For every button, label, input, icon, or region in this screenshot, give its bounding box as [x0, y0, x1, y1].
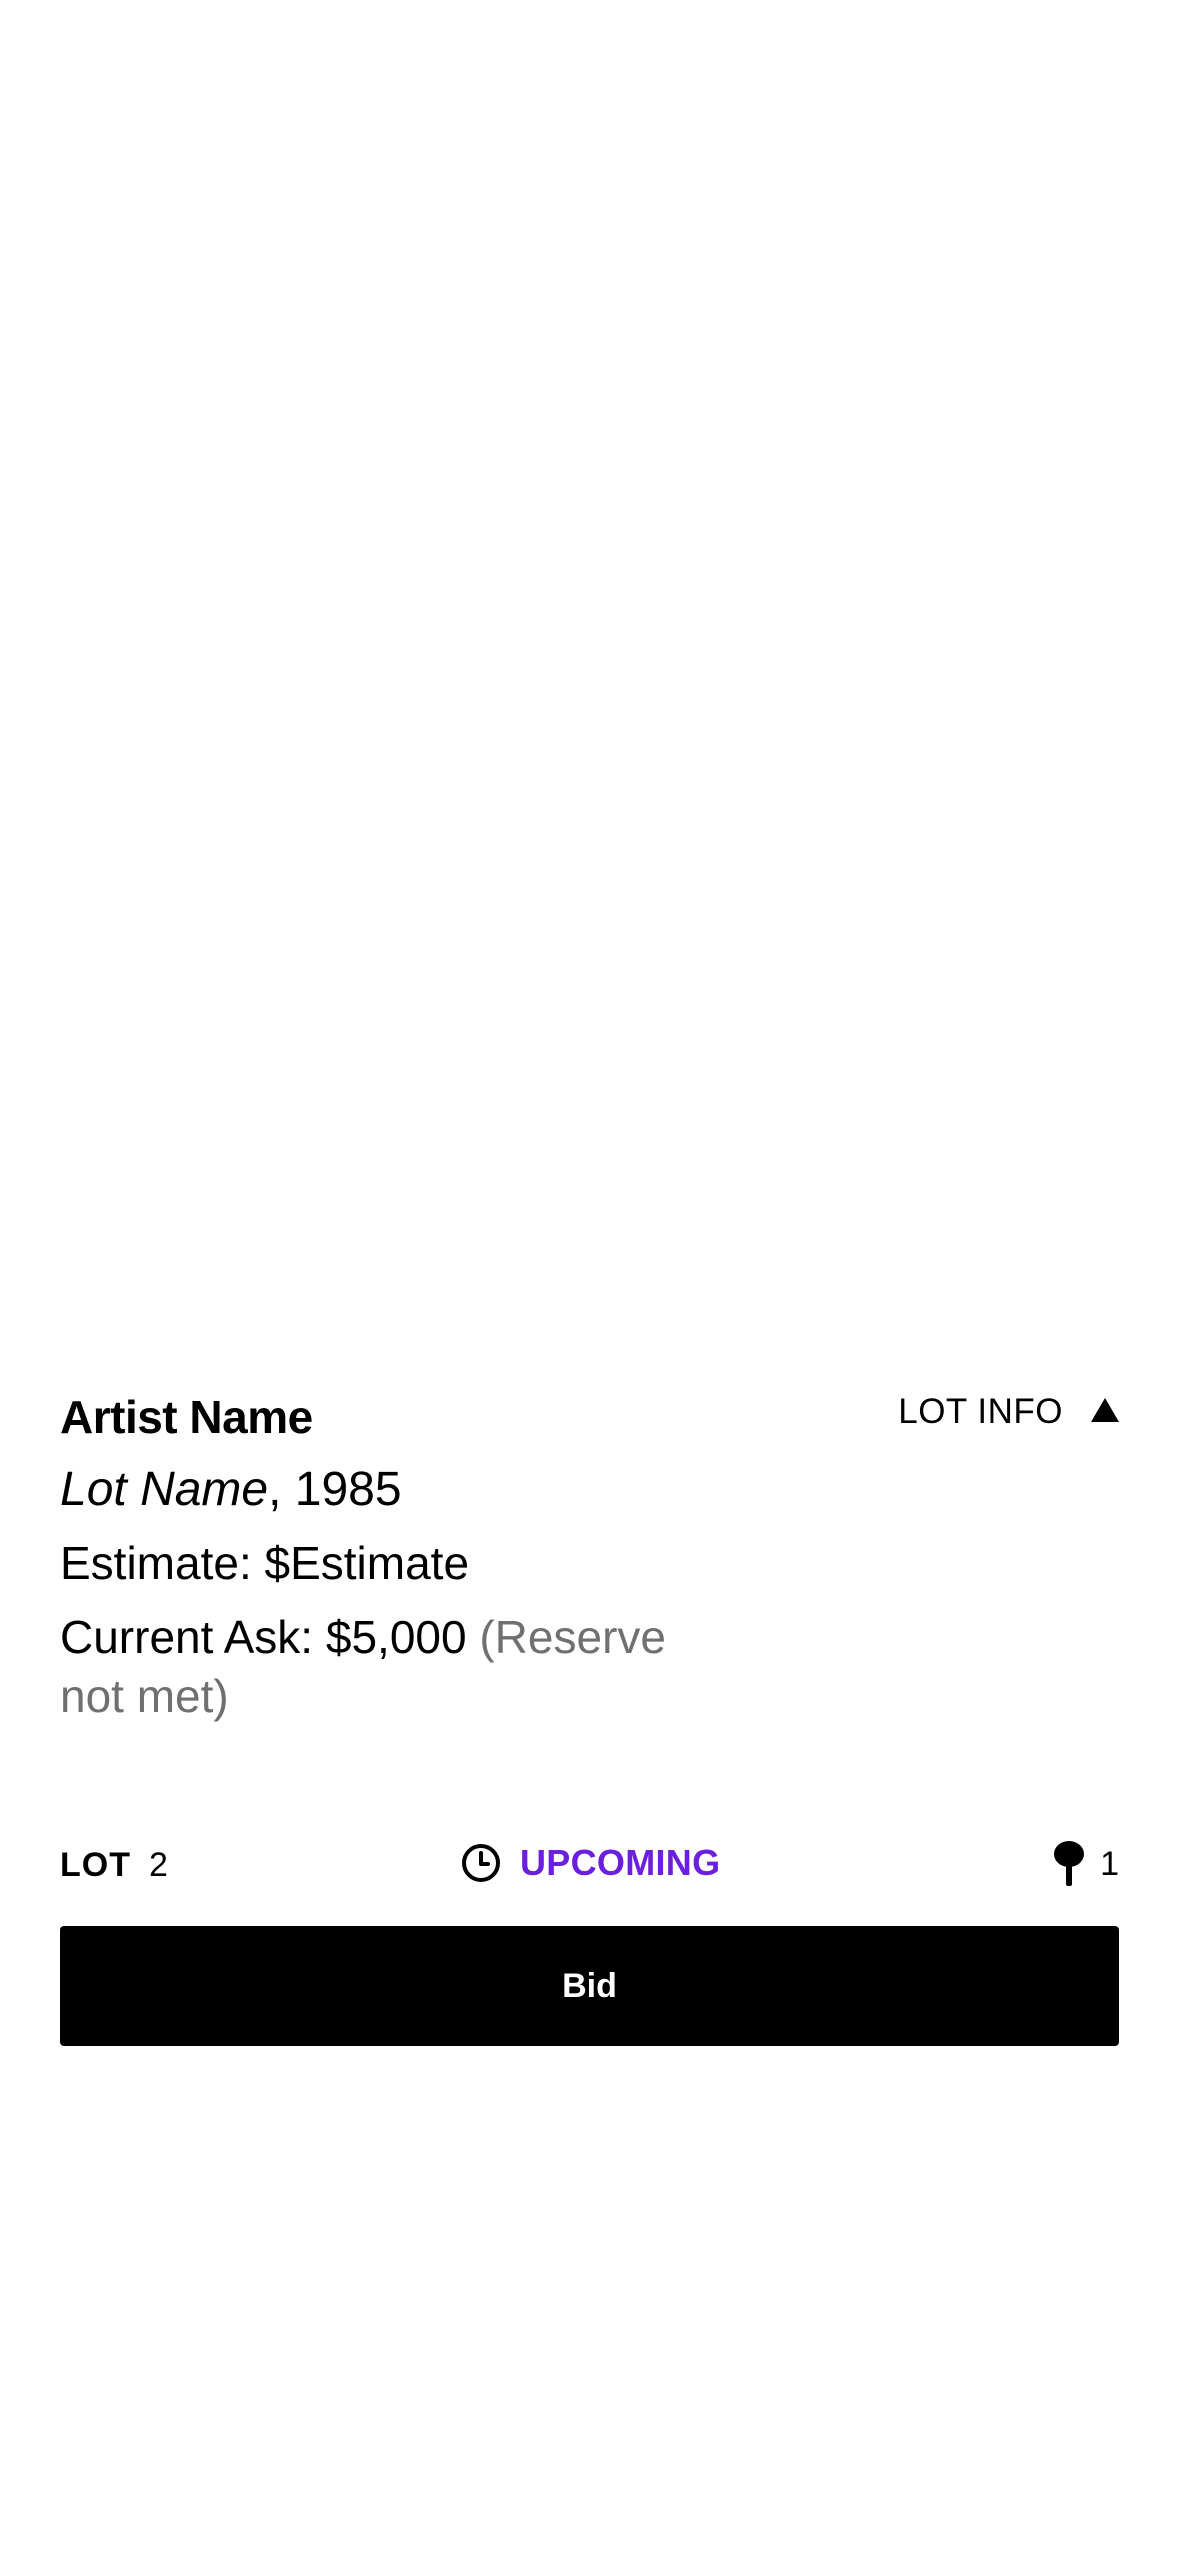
current-ask: Current Ask: $5,000 (Reserve not met) — [60, 1608, 720, 1726]
lot-year: , 1985 — [268, 1463, 402, 1516]
paddle-icon — [1054, 1841, 1085, 1886]
status-label: UPCOMING — [520, 1842, 721, 1883]
lot-number: LOT 2 — [60, 1846, 168, 1885]
lot-status-row: LOT 2 UPCOMING 1 — [60, 1841, 1119, 1894]
artist-name: Artist Name — [60, 1391, 313, 1443]
current-ask-value: Current Ask: $5,000 — [60, 1611, 467, 1663]
triangle-up-icon — [1091, 1398, 1119, 1422]
lot-info-toggle[interactable]: LOT INFO — [898, 1392, 1119, 1432]
auction-status: UPCOMING — [460, 1842, 720, 1884]
bid-count-value: 1 — [1100, 1844, 1119, 1883]
clock-icon — [462, 1844, 500, 1882]
lot-title: Lot Name, 1985 — [60, 1462, 402, 1517]
bid-count: 1 — [1052, 1840, 1119, 1888]
lot-name: Lot Name — [60, 1463, 269, 1516]
estimate-text: Estimate: $Estimate — [60, 1537, 470, 1589]
bid-button[interactable]: Bid — [60, 1926, 1119, 2046]
lot-image-area — [0, 0, 1179, 1330]
lot-info-label: LOT INFO — [898, 1392, 1063, 1431]
lot-label: LOT — [60, 1846, 131, 1884]
lot-number-value: 2 — [148, 1846, 168, 1884]
